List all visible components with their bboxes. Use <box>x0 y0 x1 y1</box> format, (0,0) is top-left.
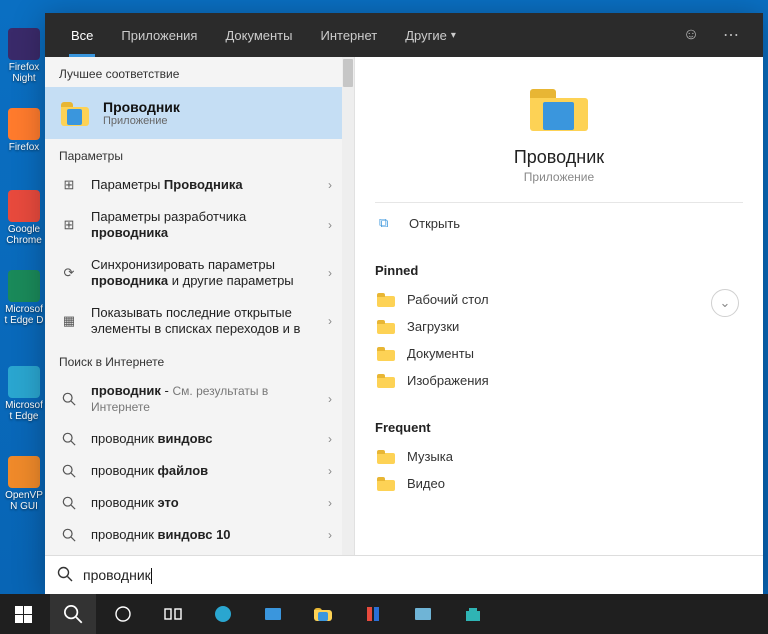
chevron-right-icon: › <box>328 314 342 328</box>
preview-title: Проводник <box>514 147 604 168</box>
taskbar-store-icon[interactable] <box>450 594 496 634</box>
folder-icon <box>377 477 395 491</box>
preview-panel: Проводник Приложение ⧉ Открыть ⌄ Pinned … <box>355 57 763 555</box>
scrollbar[interactable] <box>342 57 354 555</box>
expand-button[interactable]: ⌄ <box>711 289 739 317</box>
search-icon <box>59 528 79 542</box>
best-match-item[interactable]: Проводник Приложение <box>45 87 354 139</box>
section-settings: Параметры <box>45 139 354 169</box>
web-result[interactable]: проводник файлов› <box>45 455 354 487</box>
web-result[interactable]: проводник это› <box>45 487 354 519</box>
chevron-right-icon: › <box>328 392 342 406</box>
chevron-right-icon: › <box>328 528 342 542</box>
pinned-heading: Pinned <box>375 263 743 278</box>
desktop-icon[interactable]: Firefox <box>4 108 44 153</box>
taskbar-mail-icon[interactable] <box>250 594 296 634</box>
tab-all[interactable]: Все <box>59 13 105 57</box>
chevron-right-icon: › <box>328 178 342 192</box>
folder-item[interactable]: Видео <box>375 470 743 497</box>
search-icon <box>59 496 79 510</box>
folder-item[interactable]: Рабочий стол <box>375 286 743 313</box>
search-icon <box>59 432 79 446</box>
frequent-heading: Frequent <box>375 420 743 435</box>
search-tabs: Все Приложения Документы Интернет Другие… <box>45 13 763 57</box>
desktop-icon[interactable]: Firefox Night <box>4 28 44 84</box>
settings-icon: ▦ <box>59 313 79 329</box>
taskbar-office-icon[interactable] <box>350 594 396 634</box>
web-result[interactable]: проводник скачать на пк› <box>45 551 354 555</box>
search-icon <box>57 566 73 585</box>
taskbar-search-button[interactable] <box>50 594 96 634</box>
best-match-title: Проводник <box>103 99 180 115</box>
taskbar <box>0 594 768 634</box>
settings-icon: ⊞ <box>59 177 79 193</box>
file-explorer-icon <box>527 81 591 137</box>
web-result[interactable]: проводник - См. результаты в Интернете› <box>45 375 354 423</box>
preview-subtitle: Приложение <box>524 170 594 184</box>
folder-icon <box>377 320 395 334</box>
folder-icon <box>377 347 395 361</box>
search-icon <box>59 464 79 478</box>
settings-result[interactable]: ▦Показывать последние открытые элементы … <box>45 297 354 345</box>
folder-icon <box>377 450 395 464</box>
tab-docs[interactable]: Документы <box>213 13 304 57</box>
tab-apps[interactable]: Приложения <box>109 13 209 57</box>
search-flyout: Все Приложения Документы Интернет Другие… <box>45 13 763 595</box>
tab-internet[interactable]: Интернет <box>308 13 389 57</box>
taskbar-explorer-icon[interactable] <box>300 594 346 634</box>
chevron-right-icon: › <box>328 432 342 446</box>
chevron-right-icon: › <box>328 266 342 280</box>
chevron-right-icon: › <box>328 496 342 510</box>
search-input[interactable]: проводник <box>83 567 152 584</box>
web-result[interactable]: проводник виндовс 10› <box>45 519 354 551</box>
results-panel: Лучшее соответствие Проводник Приложение… <box>45 57 355 555</box>
folder-icon <box>377 374 395 388</box>
folder-item[interactable]: Изображения <box>375 367 743 394</box>
desktop-icon[interactable]: Microsoft Edge <box>4 366 44 422</box>
settings-result[interactable]: ⟳Синхронизировать параметры проводника и… <box>45 249 354 297</box>
best-match-subtitle: Приложение <box>103 115 180 127</box>
section-web: Поиск в Интернете <box>45 345 354 375</box>
chevron-right-icon: › <box>328 464 342 478</box>
taskbar-photos-icon[interactable] <box>400 594 446 634</box>
settings-icon: ⊞ <box>59 217 79 233</box>
settings-icon: ⟳ <box>59 265 79 281</box>
feedback-icon[interactable]: ☺ <box>673 26 709 44</box>
taskbar-cortana-button[interactable] <box>100 594 146 634</box>
folder-item[interactable]: Документы <box>375 340 743 367</box>
desktop-icon[interactable]: OpenVPN GUI <box>4 456 44 512</box>
start-button[interactable] <box>0 594 46 634</box>
search-icon <box>59 392 79 406</box>
settings-result[interactable]: ⊞Параметры Проводника› <box>45 169 354 201</box>
desktop-icon[interactable]: Microsoft Edge D <box>4 270 44 326</box>
open-icon: ⧉ <box>379 215 397 231</box>
folder-item[interactable]: Загрузки <box>375 313 743 340</box>
more-icon[interactable]: ⋯ <box>713 25 749 45</box>
settings-result[interactable]: ⊞Параметры разработчика проводника› <box>45 201 354 249</box>
folder-icon <box>377 293 395 307</box>
folder-item[interactable]: Музыка <box>375 443 743 470</box>
taskbar-edge-icon[interactable] <box>200 594 246 634</box>
desktop-icon[interactable]: Google Chrome <box>4 190 44 246</box>
web-result[interactable]: проводник виндовс› <box>45 423 354 455</box>
action-open[interactable]: ⧉ Открыть <box>375 203 743 237</box>
chevron-right-icon: › <box>328 218 342 232</box>
taskbar-taskview-button[interactable] <box>150 594 196 634</box>
search-box[interactable]: проводник <box>45 555 763 595</box>
tab-other[interactable]: Другие▾ <box>393 13 468 57</box>
section-best-match: Лучшее соответствие <box>45 57 354 87</box>
